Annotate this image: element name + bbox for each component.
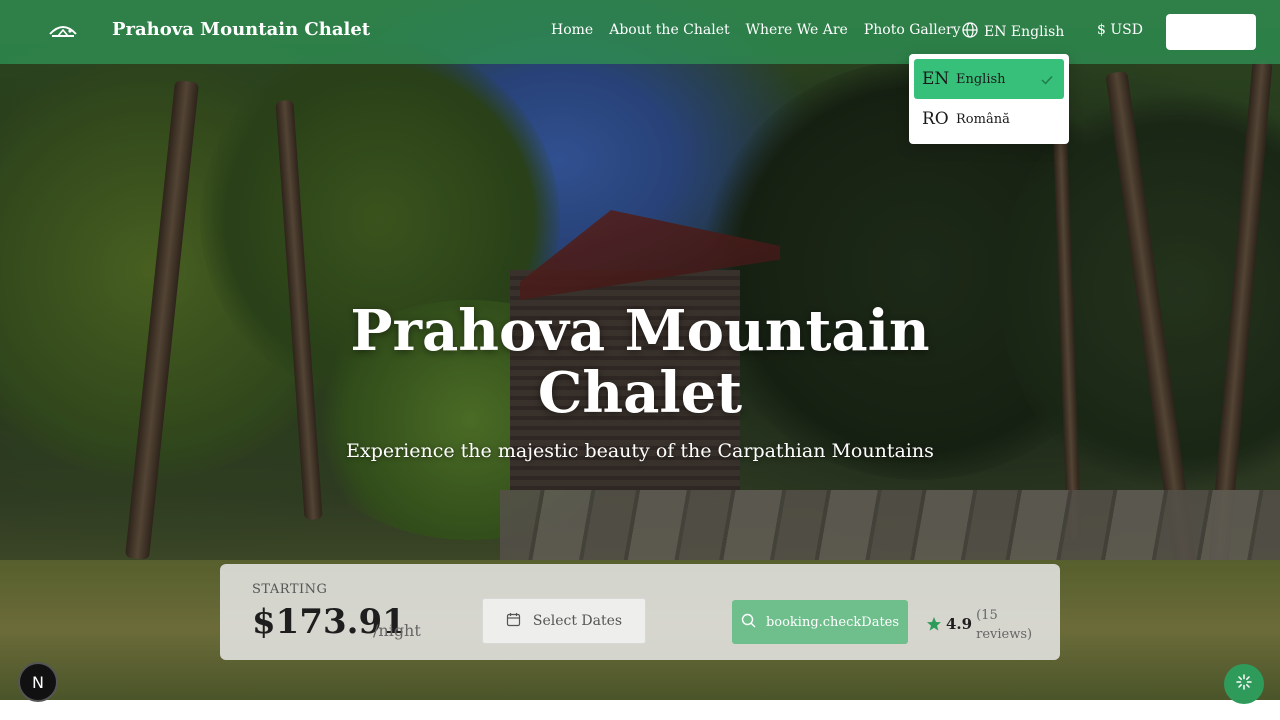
star-icon [926, 616, 942, 636]
language-selector[interactable]: EN English [962, 22, 1064, 42]
hero-title: Prahova Mountain Chalet [350, 298, 930, 426]
check-dates-label: booking.checkDates [765, 614, 900, 630]
globe-icon [962, 22, 978, 42]
nav-link-about[interactable]: About the Chalet [609, 22, 729, 38]
sparkle-icon [1235, 673, 1253, 695]
language-code: EN [922, 69, 950, 89]
language-name: Română [956, 111, 1010, 127]
check-icon [1040, 72, 1054, 86]
review-count: (15 reviews) [976, 608, 1033, 642]
select-dates-label: Select Dates [532, 613, 623, 629]
language-dropdown: EN English RO Română [909, 54, 1069, 144]
check-dates-button[interactable]: booking.checkDates [732, 600, 908, 644]
rating-summary[interactable]: 4.9 (15 reviews) [926, 606, 1036, 644]
top-navbar: Prahova Mountain Chalet Home About the C… [0, 0, 1280, 64]
brand-name[interactable]: Prahova Mountain Chalet [112, 19, 370, 40]
nav-link-gallery[interactable]: Photo Gallery [864, 22, 961, 38]
language-code: RO [922, 109, 949, 129]
calendar-icon [506, 612, 521, 631]
language-selector-label: EN English [984, 24, 1065, 40]
starting-label: STARTING [252, 582, 328, 597]
dev-tools-badge[interactable]: N [18, 662, 58, 702]
currency-selector[interactable]: $ USD [1097, 22, 1143, 38]
chalet-logo-icon[interactable] [48, 22, 78, 42]
language-option-en[interactable]: EN English [914, 59, 1064, 99]
floating-action-button[interactable] [1224, 664, 1264, 704]
language-option-ro[interactable]: RO Română [914, 99, 1064, 139]
language-name: English [956, 71, 1006, 87]
hero-subtitle: Experience the majestic beauty of the Ca… [346, 440, 934, 462]
navbar-action-button[interactable] [1166, 14, 1256, 50]
per-night-label: /night [373, 621, 421, 640]
nav-link-home[interactable]: Home [551, 22, 593, 38]
booking-bar: STARTING $173.91 /night Select Dates boo… [220, 564, 1060, 660]
select-dates-button[interactable]: Select Dates [482, 598, 646, 644]
nav-link-location[interactable]: Where We Are [746, 22, 848, 38]
main-nav: Home About the Chalet Where We Are Photo… [551, 22, 961, 38]
rating-value: 4.9 [946, 615, 973, 633]
search-icon [741, 613, 756, 632]
